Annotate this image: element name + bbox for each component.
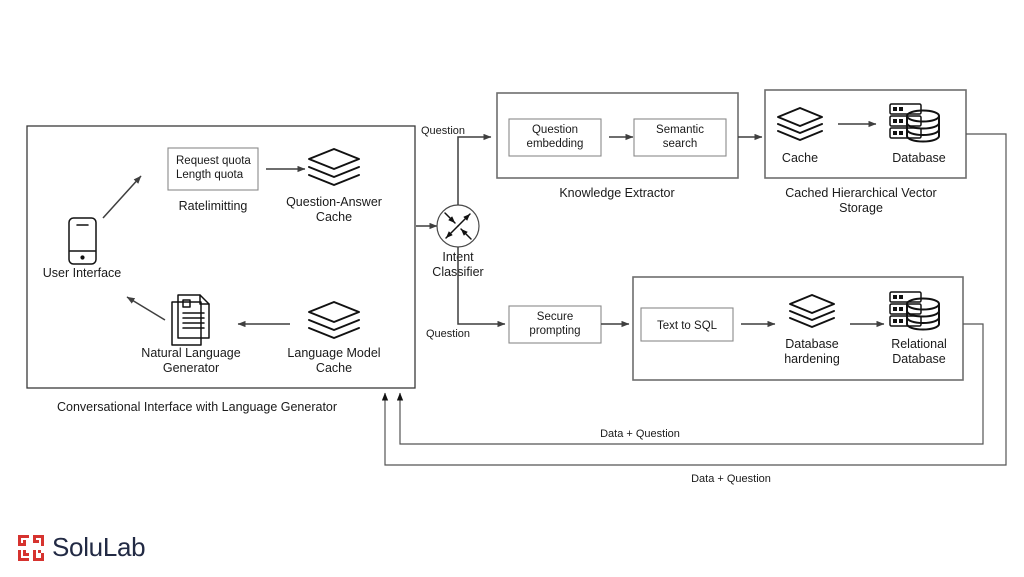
layers-stack-icon bbox=[308, 301, 360, 339]
documents-icon bbox=[171, 294, 210, 346]
architecture-diagram: User Interface Request quota Length quot… bbox=[0, 0, 1024, 577]
layers-stack-icon bbox=[789, 294, 835, 328]
ratelimiting-label: Ratelimitting bbox=[179, 199, 248, 213]
conversational-interface-caption: Conversational Interface with Language G… bbox=[57, 400, 337, 414]
layers-stack-icon bbox=[777, 107, 823, 141]
nl-generator-label-line1: Natural Language bbox=[141, 346, 240, 360]
semantic-search-line2: search bbox=[663, 138, 698, 150]
relational-database-label-line1: Relational bbox=[891, 337, 947, 351]
secure-prompting-line1: Secure bbox=[537, 311, 573, 323]
server-database-icon bbox=[889, 103, 940, 143]
smartphone-icon bbox=[68, 217, 97, 265]
lm-cache-label-line1: Language Model bbox=[287, 346, 380, 360]
question-embedding-line1: Question bbox=[532, 124, 578, 136]
semantic-search-line1: Semantic bbox=[656, 124, 704, 136]
ratelimiting-request-quota: Request quota bbox=[176, 155, 251, 167]
qa-cache-label-line1: Question-Answer bbox=[286, 195, 382, 209]
knowledge-extractor-caption: Knowledge Extractor bbox=[559, 186, 674, 200]
database-label: Database bbox=[892, 151, 946, 165]
edge-label-question-bottom: Question bbox=[426, 328, 470, 340]
solulab-logo-text: SoluLab bbox=[52, 532, 146, 562]
ratelimiting-length-quota: Length quota bbox=[176, 169, 244, 181]
text-to-sql-label: Text to SQL bbox=[657, 320, 718, 332]
qa-cache-label-line2: Cache bbox=[316, 210, 352, 224]
layers-stack-icon bbox=[308, 148, 360, 186]
edge-classifier-to-knowledge-extractor bbox=[457, 133, 492, 205]
solulab-logo: SoluLab bbox=[18, 532, 146, 563]
feedback-label-inner: Data + Question bbox=[600, 428, 680, 440]
lm-cache-label-line2: Cache bbox=[316, 361, 352, 375]
nl-generator-label-line2: Generator bbox=[163, 361, 219, 375]
database-hardening-label-line1: Database bbox=[785, 337, 839, 351]
edge-nlg-to-ui bbox=[126, 296, 166, 321]
feedback-label-outer: Data + Question bbox=[691, 473, 771, 485]
cache-label: Cache bbox=[782, 151, 818, 165]
server-database-icon bbox=[889, 291, 940, 331]
vector-storage-caption-line2: Storage bbox=[839, 201, 883, 215]
question-embedding-line2: embedding bbox=[527, 138, 584, 150]
user-interface-label: User Interface bbox=[43, 266, 122, 280]
edge-label-question-top: Question bbox=[421, 125, 465, 137]
database-hardening-label-line2: hardening bbox=[784, 352, 840, 366]
vector-storage-caption-line1: Cached Hierarchical Vector bbox=[785, 186, 936, 200]
diagram-canvas: User Interface Request quota Length quot… bbox=[26, 89, 1007, 485]
solulab-logo-mark bbox=[18, 534, 44, 561]
edge-ui-to-ratelimiting bbox=[102, 175, 142, 219]
secure-prompting-line2: prompting bbox=[529, 325, 580, 337]
relational-database-label-line2: Database bbox=[892, 352, 946, 366]
